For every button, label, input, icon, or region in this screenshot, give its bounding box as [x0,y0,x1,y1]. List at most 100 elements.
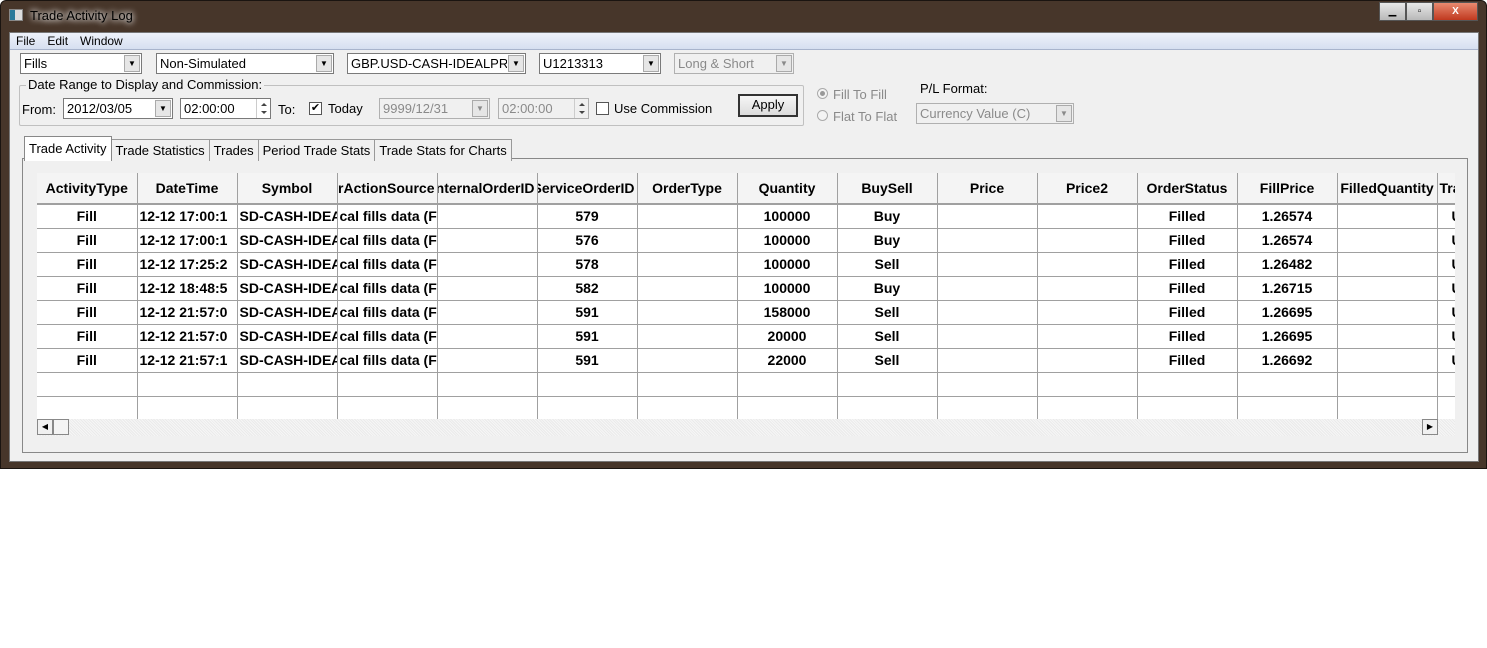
table-cell [1337,324,1438,349]
column-header[interactable]: Quantity [737,173,838,205]
table-cell [1237,372,1338,397]
flat-to-flat-radio [817,110,828,121]
table-cell: Sell [837,300,938,325]
column-header[interactable]: DateTime [137,173,238,205]
window-title: Trade Activity Log [30,8,133,23]
scroll-thumb[interactable] [53,419,69,435]
table-cell [137,372,238,397]
column-header[interactable]: Price [937,173,1038,205]
table-cell [437,252,538,277]
column-header[interactable]: ActivityType [37,173,138,205]
apply-button[interactable]: Apply [738,94,798,117]
table-row[interactable]: Fill 12-12 21:57:0 SD-CASH-IDEA cal fills d… [37,324,1455,349]
header-row: ActivityTypeDateTimeSymbolOrderActionSou… [37,173,1455,205]
from-time-spinner[interactable]: 02:00:00 [180,98,271,119]
table-row[interactable]: Fill 12-12 17:00:1 SD-CASH-IDEA cal fills d… [37,228,1455,253]
table-cell [937,228,1038,253]
table-cell [337,372,438,397]
account-select[interactable]: U1213313 ▼ [539,53,661,74]
table-cell [1037,372,1138,397]
type-select[interactable]: Fills ▼ [20,53,142,74]
table-cell [637,252,738,277]
table-cell [437,228,538,253]
table-cell [437,204,538,229]
table-cell: cal fills data (F [337,276,438,301]
scroll-left-icon[interactable]: ◀ [37,419,53,435]
column-header[interactable]: FilledQuantity [1337,173,1438,205]
simulation-select[interactable]: Non-Simulated ▼ [156,53,334,74]
table-cell: 12-12 21:57:0 [137,324,238,349]
table-cell [637,228,738,253]
minimize-button[interactable]: ▁ [1379,2,1406,21]
tab-trade-activity[interactable]: Trade Activity [24,136,112,161]
empty-row[interactable] [37,372,1455,397]
table-row[interactable]: Fill 12-12 21:57:0 SD-CASH-IDEA cal fills d… [37,300,1455,325]
table-cell: Buy [837,204,938,229]
symbol-select[interactable]: GBP.USD-CASH-IDEALPRO ▼ [347,53,526,74]
use-commission-checkbox[interactable] [596,102,609,115]
today-label: Today [328,101,363,116]
horizontal-scrollbar[interactable]: ◀ ▶ [37,419,1455,436]
fill-to-fill-radio [817,88,828,99]
tab-trade-stats-for-charts[interactable]: Trade Stats for Charts [374,139,512,161]
column-header[interactable]: OrderStatus [1137,173,1238,205]
column-header[interactable]: Symbol [237,173,338,205]
from-date-picker[interactable]: 2012/03/05 ▼ [63,98,173,119]
table-cell [737,372,838,397]
tab-trades[interactable]: Trades [208,139,259,161]
pl-format-label: P/L Format: [920,81,988,96]
table-row[interactable]: Fill 12-12 17:00:1 SD-CASH-IDEA cal fills d… [37,204,1455,229]
column-header[interactable]: BuySell [837,173,938,205]
menu-file[interactable]: File [10,33,41,49]
table-cell: 12-12 17:00:1 [137,204,238,229]
table-cell [1337,348,1438,373]
table-cell [1337,300,1438,325]
empty-row[interactable] [37,396,1455,421]
table-cell [1437,396,1455,421]
tab-period-trade-stats[interactable]: Period Trade Stats [257,139,376,161]
column-header[interactable]: OrderType [637,173,738,205]
table-cell [937,300,1038,325]
table-cell [837,396,938,421]
table-cell: U [1437,276,1455,301]
column-header[interactable]: FillPrice [1237,173,1338,205]
column-header[interactable]: InternalOrderID [437,173,538,205]
table-cell: 20000 [737,324,838,349]
app-icon [9,9,23,21]
column-header[interactable]: ServiceOrderID [537,173,638,205]
table-cell [1037,348,1138,373]
table-cell [1337,252,1438,277]
to-date-value: 9999/12/31 [383,101,449,116]
table-cell [437,396,538,421]
table-row[interactable]: Fill 12-12 18:48:5 SD-CASH-IDEA cal fills d… [37,276,1455,301]
column-header[interactable]: Tra [1437,173,1455,205]
today-checkbox[interactable]: ✔ [309,102,322,115]
table-cell: Fill [37,300,138,325]
table-cell: 1.26695 [1237,324,1338,349]
column-header[interactable]: OrderActionSource [337,173,438,205]
maximize-button[interactable]: ▫ [1406,2,1433,21]
table-cell [737,396,838,421]
tab-trade-statistics[interactable]: Trade Statistics [110,139,210,161]
table-row[interactable]: Fill 12-12 21:57:1 SD-CASH-IDEA cal fills d… [37,348,1455,373]
pl-format-value: Currency Value (C) [920,106,1031,121]
table-cell: 591 [537,300,638,325]
scroll-right-icon[interactable]: ▶ [1422,419,1438,435]
flat-to-flat-label: Flat To Flat [833,109,898,124]
spinner-arrows-icon[interactable] [256,99,270,118]
table-cell: U [1437,204,1455,229]
table-cell [1337,204,1438,229]
column-header[interactable]: Price2 [1037,173,1138,205]
app-window: Trade Activity Log ▁ ▫ X File Edit Windo… [0,0,1487,469]
table-row[interactable]: Fill 12-12 17:25:2 SD-CASH-IDEA cal fills d… [37,252,1455,277]
menu-window[interactable]: Window [74,33,129,49]
table-cell: SD-CASH-IDEA [237,228,338,253]
table-cell [637,324,738,349]
close-button[interactable]: X [1433,2,1478,21]
symbol-value: GBP.USD-CASH-IDEALPRO [351,56,507,71]
table-cell: cal fills data (F [337,204,438,229]
table-cell [1337,276,1438,301]
from-date-value: 2012/03/05 [67,101,133,116]
table-cell [1337,372,1438,397]
menu-edit[interactable]: Edit [41,33,74,49]
